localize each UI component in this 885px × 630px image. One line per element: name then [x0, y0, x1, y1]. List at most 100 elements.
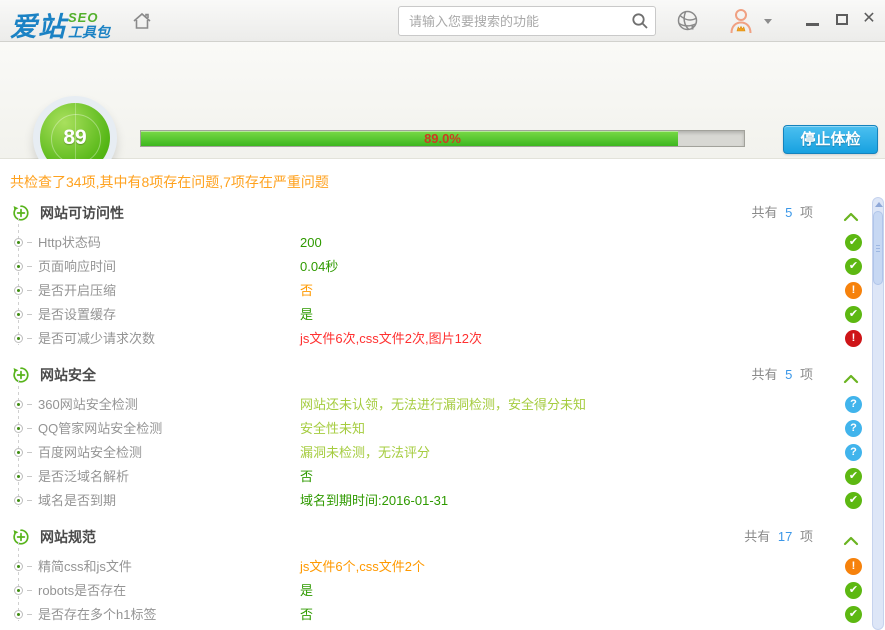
- progress-percent-label: 89.0%: [141, 131, 744, 146]
- check-row: robots是否存在 是 ✔: [0, 579, 885, 603]
- logo-text-suffix: 工具包: [68, 25, 110, 39]
- check-row: 是否可减少请求次数 js文件6次,css文件2次,图片12次 !: [0, 327, 885, 351]
- sections: 网站可访问性 共有 5 项 Http状态码 200 ✔ 页面响应时间 0.04秒…: [0, 199, 885, 630]
- check-value: 安全性未知: [300, 417, 365, 441]
- bullet-icon: [14, 586, 23, 595]
- check-row: 是否泛域名解析 否 ✔: [0, 465, 885, 489]
- logo-text-seo: SEO: [68, 11, 110, 24]
- check-value: 是: [300, 303, 313, 327]
- section-header: 网站规范 共有 17 项: [0, 523, 885, 551]
- check-label: 百度网站安全检测: [38, 441, 142, 465]
- check-row: 精简css和js文件 js文件6个,css文件2个 !: [0, 555, 885, 579]
- status-icon: ?: [845, 444, 862, 461]
- section-header: 网站安全 共有 5 项: [0, 361, 885, 389]
- refresh-plus-icon: [12, 366, 30, 384]
- bullet-icon: [14, 472, 23, 481]
- scroll-up-arrow-icon[interactable]: [874, 200, 882, 208]
- chevron-up-icon[interactable]: [843, 533, 859, 543]
- check-row: 是否设置缓存 是 ✔: [0, 303, 885, 327]
- section-rows: 360网站安全检测 网站还未认领，无法进行漏洞检测，安全得分未知 ? QQ管家网…: [0, 389, 885, 517]
- search-icon[interactable]: [631, 12, 649, 30]
- bullet-icon: [14, 238, 23, 247]
- check-row: 是否开启压缩 否 !: [0, 279, 885, 303]
- check-value: 网站还未认领，无法进行漏洞检测，安全得分未知: [300, 393, 586, 417]
- check-row: Http状态码 200 ✔: [0, 231, 885, 255]
- chevron-up-icon[interactable]: [843, 371, 859, 381]
- minimize-icon: [806, 23, 819, 26]
- bullet-icon: [14, 496, 23, 505]
- check-section: 网站规范 共有 17 项 精简css和js文件 js文件6个,css文件2个 !…: [0, 523, 885, 630]
- check-label: 是否存在多个h1标签: [38, 603, 156, 627]
- section-item-count: 共有 5 项: [752, 361, 813, 389]
- status-icon: ?: [845, 396, 862, 413]
- check-label: 页面响应时间: [38, 255, 116, 279]
- check-value: 漏洞未检测，无法评分: [300, 441, 430, 465]
- check-row: 百度网站安全检测 漏洞未检测，无法评分 ?: [0, 441, 885, 465]
- bullet-icon: [14, 286, 23, 295]
- check-value: 否: [300, 465, 313, 489]
- check-section: 网站可访问性 共有 5 项 Http状态码 200 ✔ 页面响应时间 0.04秒…: [0, 199, 885, 355]
- checkup-panel: 89 89.0% 停止体检 正在检查百度site出图率【个别项目检查耗时较长，请…: [0, 42, 885, 159]
- check-label: 是否设置缓存: [38, 303, 116, 327]
- scrollbar-thumb[interactable]: [873, 211, 883, 285]
- refresh-plus-icon: [12, 528, 30, 546]
- vertical-scrollbar[interactable]: [872, 197, 884, 630]
- user-avatar-icon[interactable]: [728, 7, 754, 34]
- check-label: 精简css和js文件: [38, 555, 132, 579]
- stop-checkup-button[interactable]: 停止体检: [783, 125, 878, 154]
- check-label: 是否泛域名解析: [38, 465, 129, 489]
- status-icon: !: [845, 282, 862, 299]
- check-value: 否: [300, 279, 313, 303]
- check-value: js文件6个,css文件2个: [300, 555, 425, 579]
- check-label: QQ管家网站安全检测: [38, 417, 162, 441]
- check-value: 0.04秒: [300, 255, 338, 279]
- maximize-icon: [836, 14, 848, 25]
- app-logo: 爱站 SEO 工具包: [10, 5, 110, 44]
- status-icon: ✔: [845, 306, 862, 323]
- bullet-icon: [14, 400, 23, 409]
- section-rows: Http状态码 200 ✔ 页面响应时间 0.04秒 ✔ 是否开启压缩 否 ! …: [0, 227, 885, 355]
- summary-text: 共检查了34项,其中有8项存在问题,7项存在严重问题: [10, 171, 885, 193]
- globe-wrench-icon[interactable]: [676, 9, 700, 33]
- status-icon: ✔: [845, 492, 862, 509]
- section-title: 网站安全: [40, 361, 96, 389]
- refresh-plus-icon: [12, 204, 30, 222]
- check-row: 页面响应时间 0.04秒 ✔: [0, 255, 885, 279]
- bullet-icon: [14, 448, 23, 457]
- bullet-icon: [14, 424, 23, 433]
- results-area: 共检查了34项,其中有8项存在问题,7项存在严重问题 网站可访问性 共有 5 项: [0, 159, 885, 630]
- section-item-count: 共有 17 项: [744, 523, 813, 551]
- chevron-up-icon[interactable]: [843, 209, 859, 219]
- check-value: 是: [300, 579, 313, 603]
- check-label: 是否开启压缩: [38, 279, 116, 303]
- status-icon: ✔: [845, 468, 862, 485]
- user-menu-caret-icon[interactable]: [764, 19, 772, 24]
- search-box: [398, 6, 656, 36]
- check-value: 200: [300, 231, 322, 255]
- section-title: 网站可访问性: [40, 199, 124, 227]
- check-row: 360网站安全检测 网站还未认领，无法进行漏洞检测，安全得分未知 ?: [0, 393, 885, 417]
- minimize-button[interactable]: [800, 0, 824, 38]
- status-icon: ✔: [845, 606, 862, 623]
- status-icon: ?: [845, 420, 862, 437]
- check-value: js文件6次,css文件2次,图片12次: [300, 327, 482, 351]
- status-icon: !: [845, 330, 862, 347]
- home-icon[interactable]: [131, 10, 153, 32]
- check-value: 域名到期时间:2016-01-31: [300, 489, 448, 513]
- close-icon: ✕: [862, 11, 875, 27]
- check-label: robots是否存在: [38, 579, 126, 603]
- check-value: 否: [300, 603, 313, 627]
- progress-bar: 89.0%: [140, 130, 745, 147]
- status-icon: ✔: [845, 258, 862, 275]
- section-title: 网站规范: [40, 523, 96, 551]
- close-button[interactable]: ✕: [857, 0, 881, 38]
- bullet-icon: [14, 610, 23, 619]
- section-rows: 精简css和js文件 js文件6个,css文件2个 ! robots是否存在 是…: [0, 551, 885, 630]
- check-row: QQ管家网站安全检测 安全性未知 ?: [0, 417, 885, 441]
- search-input[interactable]: [398, 6, 656, 36]
- bullet-icon: [14, 310, 23, 319]
- maximize-button[interactable]: [830, 0, 854, 38]
- check-label: 域名是否到期: [38, 489, 116, 513]
- check-row: 是否存在多个h1标签 否 ✔: [0, 603, 885, 627]
- bullet-icon: [14, 562, 23, 571]
